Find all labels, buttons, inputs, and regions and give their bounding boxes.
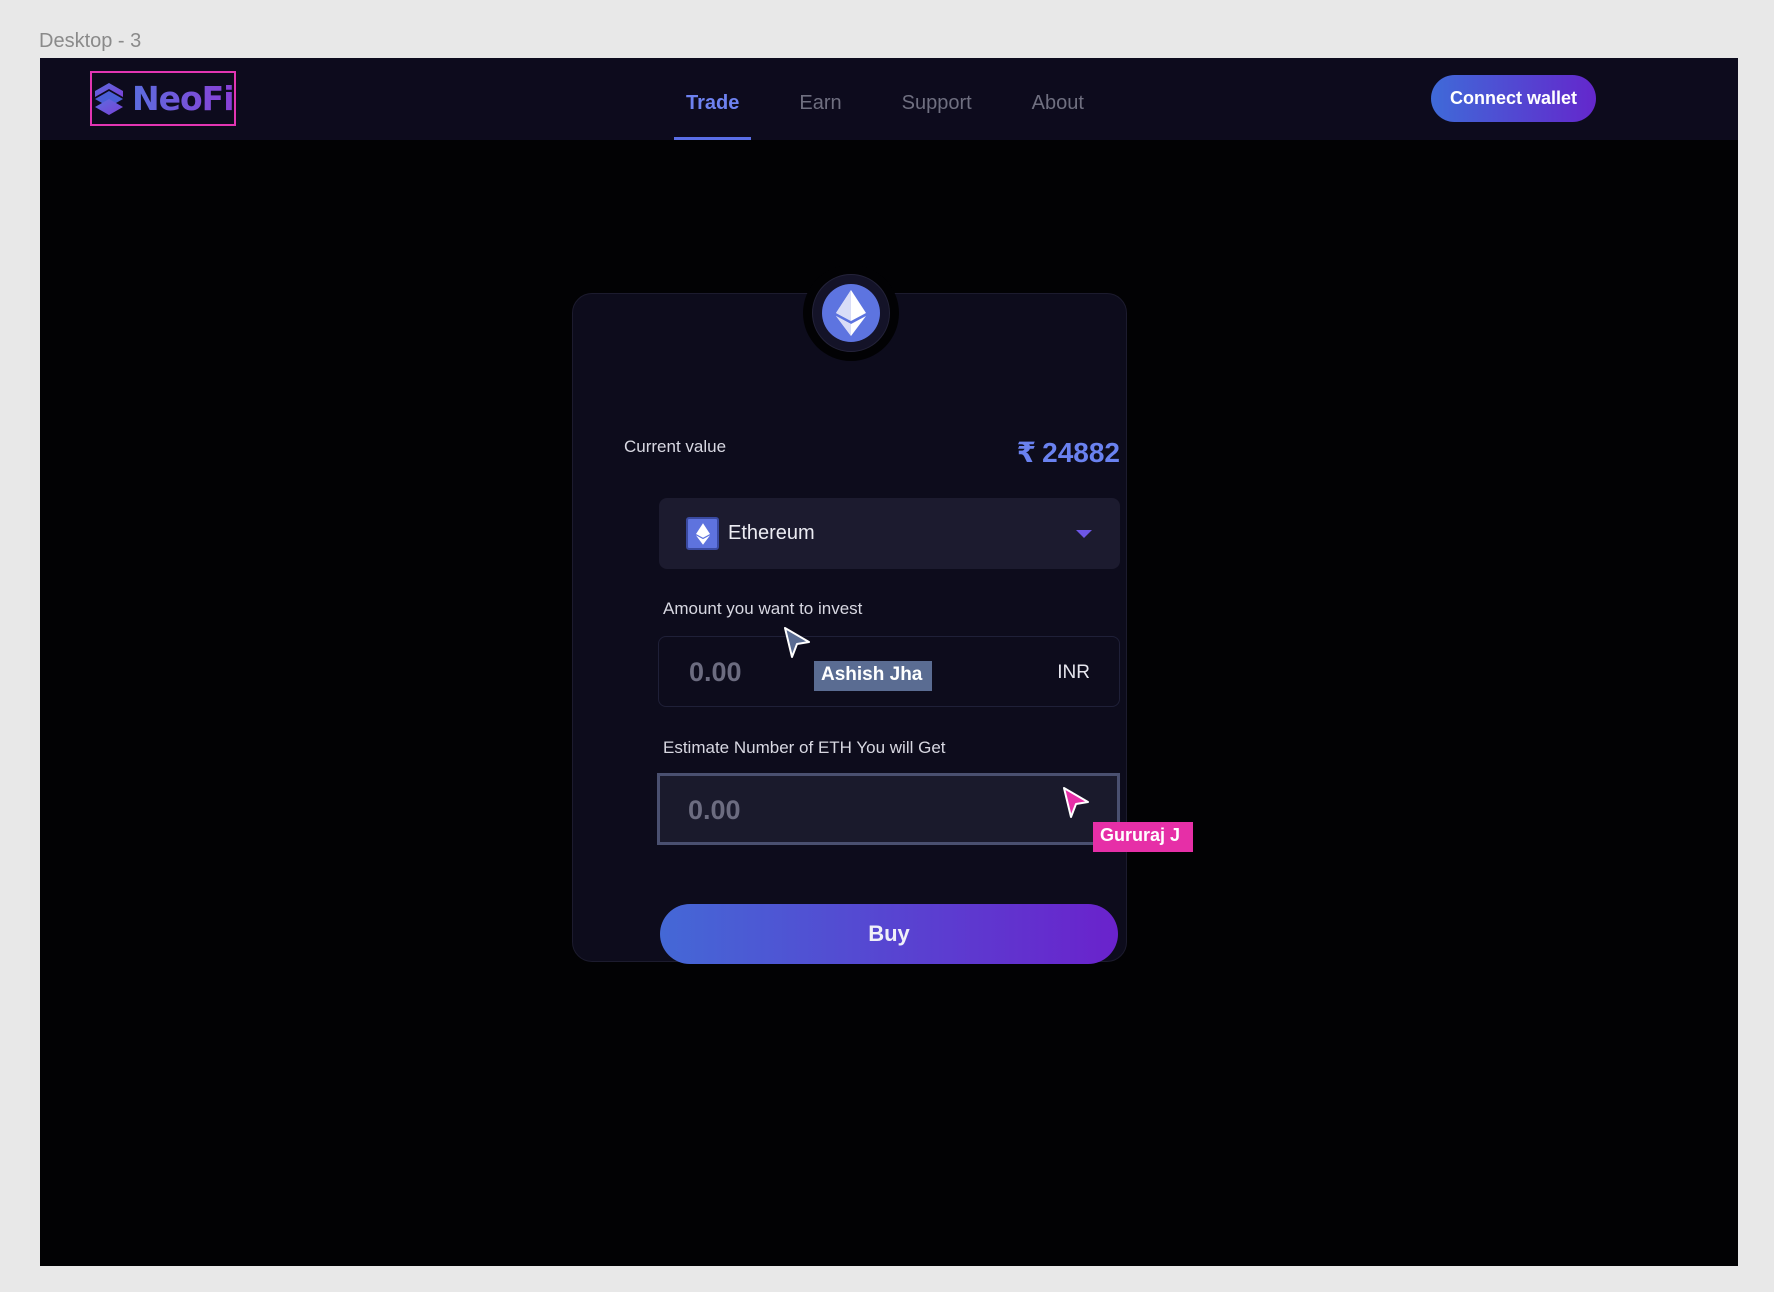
estimate-value: 0.00 xyxy=(688,795,741,825)
coin-badge xyxy=(812,274,890,352)
ethereum-icon xyxy=(686,517,719,550)
selected-coin: Ethereum xyxy=(728,522,815,544)
current-value: ₹24882 xyxy=(1003,436,1120,469)
tab-support[interactable]: Support xyxy=(890,58,984,140)
brand-logo[interactable]: NeoFi xyxy=(90,71,236,126)
amount-value: 0.00 xyxy=(689,657,742,687)
brand-name: NeoFi xyxy=(132,79,235,118)
nav-tabs: Trade Earn Support About xyxy=(674,58,1132,140)
collaborator-cursor-icon xyxy=(784,627,810,658)
collaborator-cursor-icon xyxy=(1063,787,1089,818)
collaborator-tag: Ashish Jha xyxy=(814,661,932,691)
frame-label: Desktop - 3 xyxy=(39,30,142,52)
amount-unit: INR xyxy=(1057,662,1090,683)
tab-about[interactable]: About xyxy=(1020,58,1096,140)
tab-earn[interactable]: Earn xyxy=(787,58,853,140)
current-value-amount: 24882 xyxy=(1042,437,1120,468)
tab-trade[interactable]: Trade xyxy=(674,58,752,140)
top-navbar: NeoFi Trade Earn Support About Connect w… xyxy=(40,58,1738,140)
estimate-eth-input[interactable]: 0.00 xyxy=(657,773,1120,845)
ethereum-icon xyxy=(822,284,880,342)
currency-symbol: ₹ xyxy=(1016,437,1037,468)
buy-button[interactable]: Buy xyxy=(660,904,1118,964)
coin-select[interactable]: Ethereum xyxy=(659,498,1120,569)
amount-label: Amount you want to invest xyxy=(663,599,863,618)
trade-card xyxy=(572,293,1127,962)
current-value-label: Current value xyxy=(624,437,727,456)
estimate-label: Estimate Number of ETH You will Get xyxy=(663,738,946,757)
connect-wallet-button[interactable]: Connect wallet xyxy=(1431,75,1596,122)
collaborator-tag: Gururaj J xyxy=(1093,822,1193,852)
chevron-down-icon[interactable] xyxy=(1076,530,1092,538)
neofi-logo-icon xyxy=(95,82,123,115)
